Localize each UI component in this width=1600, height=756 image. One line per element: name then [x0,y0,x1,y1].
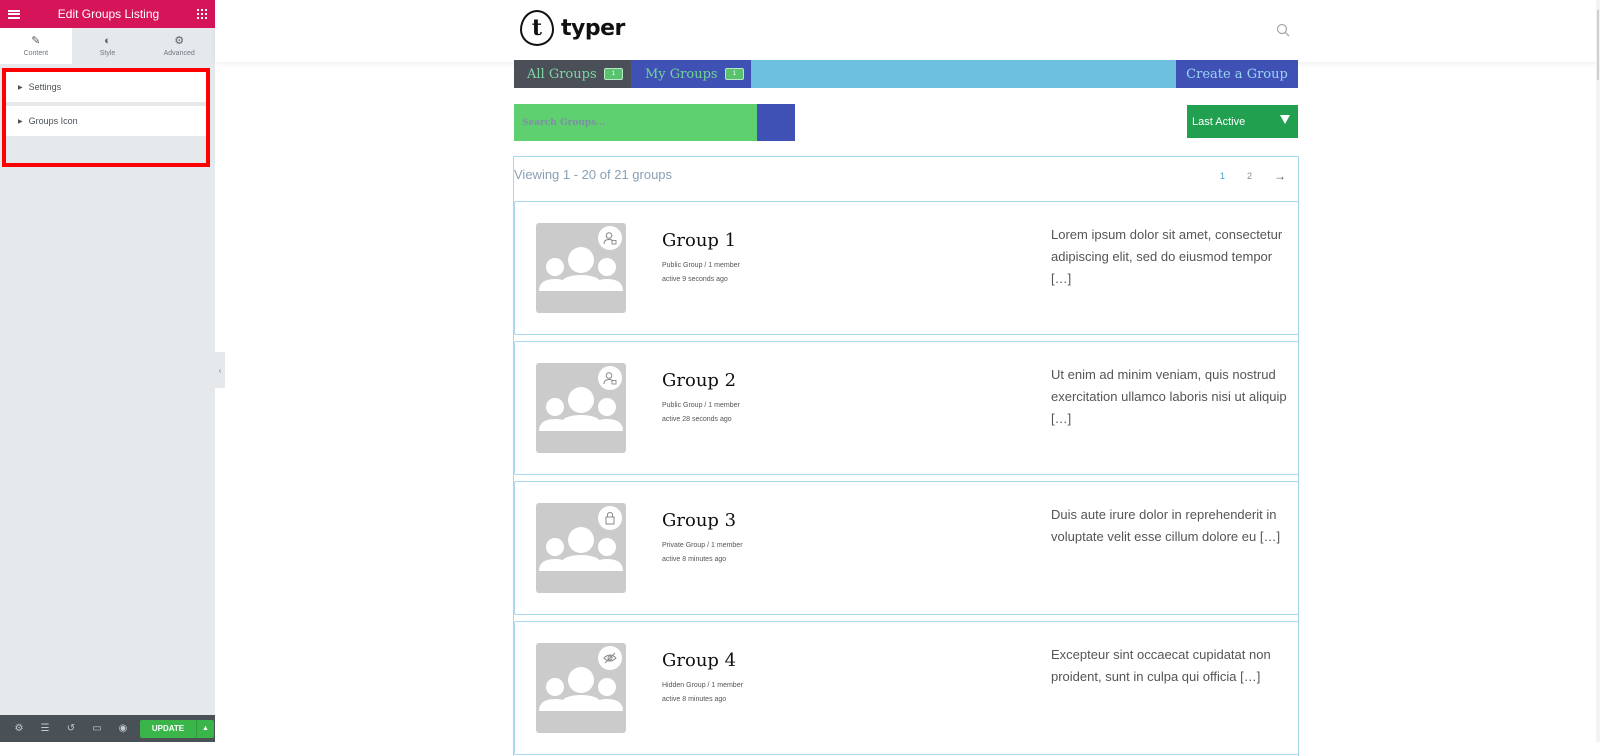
group-card: Group 2 Public Group / 1 member active 2… [514,341,1299,475]
panel-collapse-handle[interactable]: ‹ [215,352,225,388]
layers-icon[interactable]: ☰ [32,723,58,734]
update-options-arrow-icon[interactable]: ▲ [196,719,214,738]
panel-footer: ⚙ ☰ ↺ ▭ ◉ UPDATE ▲ [0,715,215,742]
groups-nav-bar: All Groups 1 My Groups 1 Create a Group [514,60,1298,88]
panel-header: Edit Groups Listing [0,0,215,28]
group-type: Public Group / 1 member [662,402,740,409]
page-scrollbar[interactable] [1596,0,1600,742]
pencil-icon: ✎ [31,35,41,47]
panel-sections-highlight: ▶ Settings ▶ Groups Icon [2,68,210,167]
next-page-arrow-icon[interactable]: → [1274,169,1286,183]
tab-all-groups-label: All Groups [527,66,597,82]
section-settings-label: Settings [28,82,62,92]
tab-my-groups-label: My Groups [645,66,718,82]
group-meta: Public Group / 1 member active 9 seconds… [662,259,740,287]
lock-icon [598,506,622,530]
panel-tabs: ✎ Content ◐ Style ⚙ Advanced [0,28,215,64]
group-description: Lorem ipsum dolor sit amet, consectetur … [1051,227,1283,286]
group-name-link[interactable]: Group 4 [662,650,736,671]
group-card: Group 3 Private Group / 1 member active … [514,481,1299,615]
tab-content-label: Content [23,50,49,57]
page-link-1[interactable]: 1 [1220,171,1225,181]
tab-all-groups[interactable]: All Groups 1 [514,60,631,88]
groups-search-form [514,104,795,141]
responsive-icon[interactable]: ▭ [84,723,110,734]
group-type: Private Group / 1 member [662,542,743,549]
tab-content[interactable]: ✎ Content [0,28,72,64]
pagination-count: Viewing 1 - 20 of 21 groups [514,167,673,182]
group-name-link[interactable]: Group 2 [662,370,736,391]
tab-advanced-label: Advanced [163,50,195,57]
public-user-icon [598,366,622,390]
group-meta: Hidden Group / 1 member active 8 minutes… [662,679,743,707]
settings-gear-icon[interactable]: ⚙ [6,723,32,734]
group-avatar[interactable] [536,503,626,593]
my-groups-count-badge: 1 [724,68,744,80]
editor-panel: Edit Groups Listing ✎ Content ◐ Style ⚙ … [0,0,215,742]
section-groups-icon[interactable]: ▶ Groups Icon [6,106,206,136]
section-settings[interactable]: ▶ Settings [6,72,206,102]
public-user-icon [598,226,622,250]
sort-order-select[interactable]: Last Active [1187,105,1298,138]
section-groups-icon-label: Groups Icon [28,116,78,126]
hamburger-menu-icon[interactable] [8,9,20,19]
group-type: Hidden Group / 1 member [662,682,743,689]
pagination: 1 2 → [1198,169,1286,183]
contrast-icon: ◐ [104,35,111,47]
group-card: Group 1 Public Group / 1 member active 9… [514,201,1299,335]
page-link-2[interactable]: 2 [1247,171,1252,181]
caret-right-icon: ▶ [18,118,23,125]
dropdown-arrow-icon [1280,115,1290,124]
groups-listing: Viewing 1 - 20 of 21 groups 1 2 → Group … [513,156,1299,756]
group-last-active: active 28 seconds ago [662,416,732,423]
group-avatar[interactable] [536,643,626,733]
group-name-link[interactable]: Group 3 [662,510,736,531]
group-avatar[interactable] [536,223,626,313]
group-description: Excepteur sint occaecat cupidatat non pr… [1051,647,1271,684]
group-description: Duis aute irure dolor in reprehenderit i… [1051,507,1281,544]
panel-title: Edit Groups Listing [57,7,160,21]
group-name-link[interactable]: Group 1 [662,230,736,251]
group-last-active: active 8 minutes ago [662,696,727,703]
all-groups-count-badge: 1 [603,68,623,80]
caret-right-icon: ▶ [18,84,23,91]
group-card: Group 4 Hidden Group / 1 member active 8… [514,621,1299,755]
group-meta: Public Group / 1 member active 28 second… [662,399,740,427]
gear-icon: ⚙ [174,35,185,47]
eye-slash-icon [598,646,622,670]
logo-mark: t [520,10,554,46]
create-group-button[interactable]: Create a Group [1176,60,1298,88]
group-avatar[interactable] [536,363,626,453]
search-icon[interactable] [1276,23,1290,37]
group-last-active: active 9 seconds ago [662,276,728,283]
groups-search-input[interactable] [514,104,757,141]
sort-selected-value: Last Active [1192,115,1246,128]
tab-style[interactable]: ◐ Style [72,28,144,64]
history-icon[interactable]: ↺ [58,723,84,734]
update-button[interactable]: UPDATE [140,719,196,738]
preview-eye-icon[interactable]: ◉ [110,723,136,734]
tab-advanced[interactable]: ⚙ Advanced [143,28,215,64]
search-submit-button[interactable] [757,104,795,141]
group-meta: Private Group / 1 member active 8 minute… [662,539,743,567]
tab-style-label: Style [99,50,116,57]
widgets-grid-icon[interactable] [196,9,207,19]
logo-text: typer [561,15,625,41]
group-description: Ut enim ad minim veniam, quis nostrud ex… [1051,367,1287,426]
site-header: t typer [215,0,1600,62]
site-logo[interactable]: t typer [520,10,625,46]
group-type: Public Group / 1 member [662,262,740,269]
tab-my-groups[interactable]: My Groups 1 [631,60,751,88]
scrollbar-thumb[interactable] [1597,10,1599,80]
group-last-active: active 8 minutes ago [662,556,727,563]
